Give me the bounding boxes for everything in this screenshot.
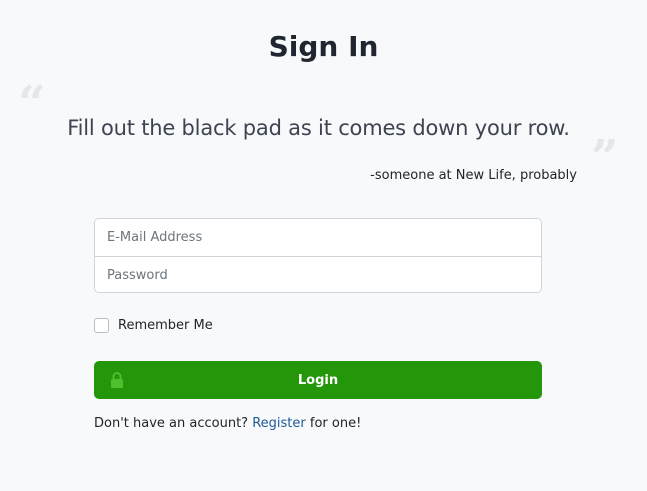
credentials-input-group — [94, 218, 542, 293]
login-button[interactable]: Login — [94, 361, 542, 399]
register-link[interactable]: Register — [252, 416, 306, 431]
close-quote-icon: ” — [591, 130, 619, 186]
lock-icon — [111, 372, 123, 388]
quote-text: Fill out the black pad as it comes down … — [67, 116, 570, 140]
remember-me-control[interactable]: Remember Me — [94, 318, 213, 333]
quote-attribution: -someone at New Life, probably — [370, 168, 577, 183]
register-prefix: Don't have an account? — [94, 416, 249, 431]
register-suffix: for one! — [309, 416, 362, 431]
password-field[interactable] — [95, 256, 541, 292]
page-title: Sign In — [268, 30, 379, 63]
remember-me-checkbox[interactable] — [94, 318, 109, 333]
email-field[interactable] — [95, 219, 541, 256]
remember-me-label: Remember Me — [118, 318, 213, 333]
sign-in-page: Sign In “ ” Fill out the black pad as it… — [0, 0, 647, 491]
login-button-label: Login — [297, 372, 339, 388]
register-prompt: Don't have an account? Register for one! — [94, 416, 361, 431]
